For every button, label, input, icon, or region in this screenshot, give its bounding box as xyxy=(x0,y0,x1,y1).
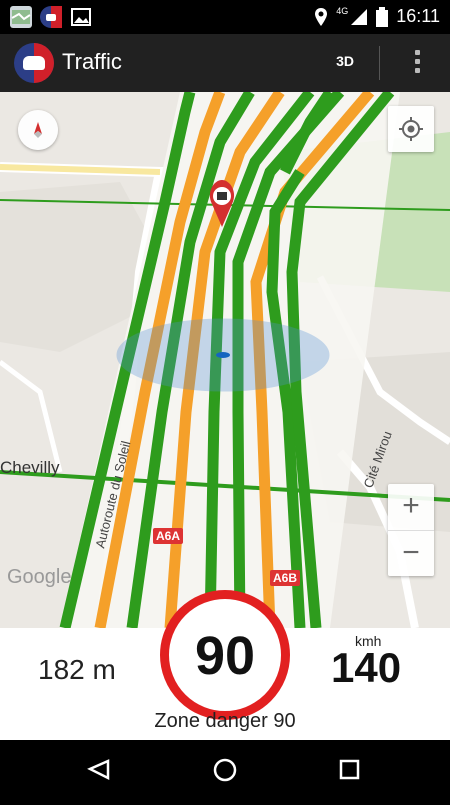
speed-limit-sign: 90 xyxy=(160,590,290,720)
map-notification-icon xyxy=(10,6,32,28)
google-attribution: Google xyxy=(7,566,72,588)
status-bar: 4G 16:11 xyxy=(0,0,450,34)
zoom-controls: + − xyxy=(388,484,434,576)
recents-icon[interactable] xyxy=(339,759,360,780)
system-nav-bar xyxy=(0,740,450,800)
map-view[interactable]: Chevilly Autoroute du Soleil Cité Mirou … xyxy=(0,92,450,628)
system-status: 4G 16:11 xyxy=(314,6,440,27)
map-label-town: Chevilly xyxy=(0,458,60,477)
speed-limit-value: 90 xyxy=(194,626,256,686)
app-title: Traffic xyxy=(62,49,122,74)
distance-to-camera: 182 m xyxy=(38,654,116,685)
home-icon[interactable] xyxy=(213,758,237,782)
notification-icons xyxy=(10,6,92,28)
location-icon xyxy=(315,7,328,26)
my-location-button[interactable] xyxy=(388,106,434,152)
3d-button[interactable]: 3D xyxy=(336,53,354,69)
compass-icon[interactable] xyxy=(18,110,58,150)
zone-text: Zone danger 90 xyxy=(154,710,296,732)
app-notification-icon xyxy=(40,6,62,28)
back-icon[interactable] xyxy=(87,759,110,781)
road-badge-a6b: A6B xyxy=(270,570,301,586)
toolbar-divider xyxy=(379,46,380,80)
road-badge-a6a: A6A xyxy=(153,528,184,544)
battery-icon xyxy=(376,6,389,27)
app-logo-icon[interactable] xyxy=(14,43,54,83)
image-notification-icon xyxy=(70,6,92,28)
signal-icon xyxy=(351,8,368,25)
zoom-in-button[interactable]: + xyxy=(388,484,434,531)
current-speed: 140 xyxy=(331,644,402,691)
crosshair-icon xyxy=(399,117,423,141)
map-canvas xyxy=(0,92,450,628)
network-type: 4G xyxy=(336,5,349,16)
app-bar: Traffic 3D xyxy=(0,34,450,92)
clock: 16:11 xyxy=(396,6,440,26)
zoom-out-button[interactable]: − xyxy=(388,531,434,577)
overflow-menu-icon[interactable] xyxy=(412,46,422,80)
